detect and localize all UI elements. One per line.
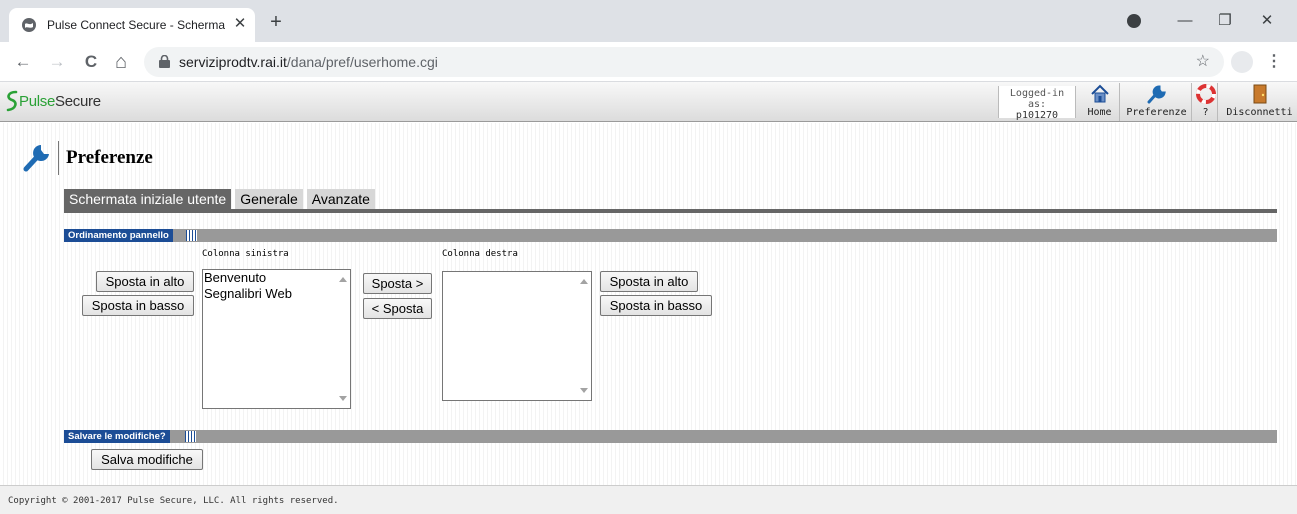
- logout-label: Disconnetti: [1226, 107, 1293, 118]
- back-button[interactable]: ←: [12, 51, 34, 73]
- save-section-bar: Salvare le modifiche?: [64, 430, 1277, 443]
- reload-button[interactable]: C: [80, 51, 102, 73]
- preferences-label: Preferenze: [1126, 107, 1187, 118]
- preferences-button[interactable]: Preferenze: [1122, 83, 1192, 121]
- help-button[interactable]: ?: [1194, 83, 1218, 121]
- list-item[interactable]: Benvenuto: [203, 270, 350, 286]
- panel-order-section-bar: Ordinamento pannello: [64, 229, 1277, 242]
- right-move-up-button[interactable]: Sposta in alto: [600, 271, 698, 292]
- home-icon: [1090, 84, 1109, 103]
- minimize-button[interactable]: —: [1173, 10, 1197, 32]
- pulse-secure-logo[interactable]: PulseSecure: [5, 89, 101, 113]
- right-column-listbox[interactable]: [442, 271, 592, 401]
- url-host: serviziprodtv.rai.it: [179, 54, 287, 70]
- logout-button[interactable]: Disconnetti: [1222, 83, 1297, 121]
- preferences-wrench-icon: [23, 145, 49, 172]
- section-divider-lines: [185, 431, 196, 442]
- pulse-logo-icon: [6, 90, 18, 112]
- browser-tab-strip: Pulse Connect Secure - Schermata ✕ + — ❐…: [0, 0, 1297, 42]
- username: p101270: [1015, 110, 1059, 121]
- globe-icon: [22, 18, 36, 32]
- browser-tab[interactable]: Pulse Connect Secure - Schermata ✕: [9, 8, 255, 42]
- move-left-button[interactable]: < Sposta: [363, 298, 432, 319]
- app-header: PulseSecure Logged-in as: p101270 Home P…: [0, 82, 1297, 122]
- wrench-icon: [1147, 85, 1166, 104]
- scroll-up-icon[interactable]: [580, 279, 588, 284]
- footer: Copyright © 2001-2017 Pulse Secure, LLC.…: [0, 485, 1297, 514]
- browser-menu-icon[interactable]: ⋮: [1263, 51, 1285, 73]
- left-move-down-button[interactable]: Sposta in basso: [82, 295, 194, 316]
- right-listbox-scrollbar[interactable]: [576, 272, 591, 400]
- right-column-label: Colonna destra: [442, 249, 518, 259]
- preference-tabs: Schermata iniziale utente Generale Avanz…: [64, 189, 379, 209]
- left-listbox-scrollbar[interactable]: [335, 270, 350, 408]
- tab-user-homepage[interactable]: Schermata iniziale utente: [64, 189, 232, 209]
- copyright-text: Copyright © 2001-2017 Pulse Secure, LLC.…: [8, 496, 339, 506]
- close-tab-icon[interactable]: ✕: [231, 15, 249, 33]
- home-browser-button[interactable]: ⌂: [110, 51, 132, 73]
- main-content: Preferenze Schermata iniziale utente Gen…: [0, 123, 1297, 485]
- scroll-up-icon[interactable]: [339, 277, 347, 282]
- address-bar[interactable]: serviziprodtv.rai.it/dana/pref/userhome.…: [144, 47, 1224, 77]
- right-move-down-button[interactable]: Sposta in basso: [600, 295, 712, 316]
- restore-button[interactable]: ❐: [1213, 10, 1237, 32]
- logged-in-label: Logged-in as:: [1009, 88, 1065, 110]
- list-item[interactable]: Segnalibri Web: [203, 286, 350, 302]
- scroll-down-icon[interactable]: [339, 396, 347, 401]
- logo-secure-text: Secure: [55, 92, 101, 110]
- logo-pulse-text: Pulse: [19, 92, 56, 110]
- tab-advanced[interactable]: Avanzate: [306, 189, 375, 209]
- profile-avatar[interactable]: [1231, 51, 1253, 73]
- close-window-button[interactable]: ✕: [1255, 10, 1279, 32]
- url-text: serviziprodtv.rai.it/dana/pref/userhome.…: [179, 54, 438, 70]
- tab-underline: [64, 209, 1277, 213]
- move-right-button[interactable]: Sposta >: [363, 273, 432, 294]
- title-separator: [58, 141, 59, 175]
- lock-icon: [159, 55, 170, 68]
- extension-icon[interactable]: [1127, 14, 1141, 28]
- bookmark-star-icon[interactable]: ☆: [1196, 51, 1210, 71]
- scroll-down-icon[interactable]: [580, 388, 588, 393]
- save-changes-button[interactable]: Salva modifiche: [91, 449, 203, 470]
- panel-order-section-title: Ordinamento pannello: [64, 229, 173, 242]
- new-tab-button[interactable]: +: [265, 12, 287, 34]
- help-label: ?: [1202, 107, 1209, 118]
- page-title: Preferenze: [66, 147, 153, 168]
- url-path: /dana/pref/userhome.cgi: [286, 54, 438, 70]
- section-divider-lines: [186, 230, 197, 241]
- left-move-up-button[interactable]: Sposta in alto: [96, 271, 194, 292]
- left-column-label: Colonna sinistra: [202, 249, 289, 259]
- tab-general[interactable]: Generale: [235, 189, 303, 209]
- browser-toolbar: ← → C ⌂ serviziprodtv.rai.it/dana/pref/u…: [0, 42, 1297, 82]
- lifebuoy-icon: [1195, 84, 1216, 104]
- save-section-title: Salvare le modifiche?: [64, 430, 170, 443]
- forward-button[interactable]: →: [46, 51, 68, 73]
- left-column-listbox[interactable]: Benvenuto Segnalibri Web: [202, 269, 351, 409]
- door-icon: [1253, 84, 1266, 104]
- logged-in-box: Logged-in as: p101270: [998, 86, 1076, 121]
- home-button[interactable]: Home: [1080, 83, 1120, 121]
- home-label: Home: [1087, 107, 1112, 118]
- tab-title: Pulse Connect Secure - Schermata: [47, 18, 225, 32]
